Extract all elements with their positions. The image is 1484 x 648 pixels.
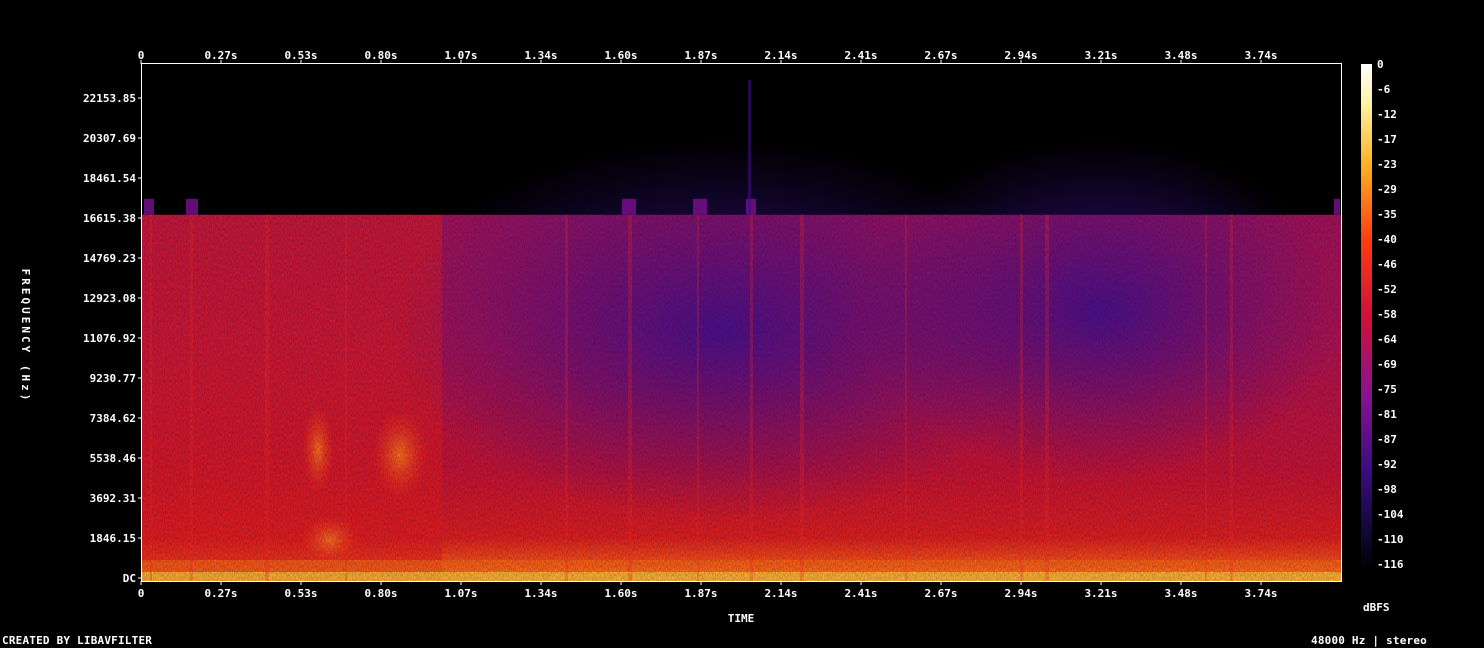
y-tick-label: 7384.62 — [90, 412, 136, 425]
x-tick-label-bottom: 3.74s — [1244, 587, 1277, 600]
y-tick-label: 1846.15 — [90, 532, 136, 545]
colorbar-tick-label: -110 — [1377, 533, 1404, 546]
x-tick-label-top: 0.80s — [364, 49, 397, 62]
x-tick-label-top: 0.53s — [284, 49, 317, 62]
colorbar-tick-label: -29 — [1377, 183, 1397, 196]
x-tick-label-top: 1.60s — [604, 49, 637, 62]
colorbar-tick-label: -116 — [1377, 558, 1404, 571]
spectrum-spike — [186, 198, 198, 215]
sample-info-text: 48000 Hz | stereo — [1311, 634, 1427, 647]
frequency-axis: DC 1846.15 3692.31 5538.46 7384.62 9230.77 110… — [83, 92, 142, 585]
x-tick-label-top: 1.07s — [444, 49, 477, 62]
colorbar-tick-label: -35 — [1377, 208, 1397, 221]
x-tick-label-bottom: 1.87s — [684, 587, 717, 600]
time-axis-bottom: 0 0.27s 0.53s 0.80s 1.07s 1.34s 1.60s 1.87s 2.14… — [138, 581, 1278, 600]
x-tick-label-top: 1.34s — [524, 49, 557, 62]
y-tick-label: 16615.38 — [83, 212, 136, 225]
y-tick-label: 12923.08 — [83, 292, 136, 305]
y-tick-label: 11076.92 — [83, 332, 136, 345]
x-tick-label-top: 2.94s — [1004, 49, 1037, 62]
x-tick-label-top: 0.27s — [204, 49, 237, 62]
spectrum-spike — [622, 198, 636, 215]
x-tick-label-bottom: 2.14s — [764, 587, 797, 600]
colorbar-tick-label: -23 — [1377, 158, 1397, 171]
x-tick-label-top: 2.14s — [764, 49, 797, 62]
colorbar-tick-label: -81 — [1377, 408, 1397, 421]
x-tick-label-bottom: 2.67s — [924, 587, 957, 600]
x-tick-label-bottom: 3.21s — [1084, 587, 1117, 600]
colorbar-tick-label: -46 — [1377, 258, 1397, 271]
colorbar-tick-label: -64 — [1377, 333, 1397, 346]
x-tick-label-bottom: 1.07s — [444, 587, 477, 600]
y-tick-label: 3692.31 — [90, 492, 137, 505]
x-tick-label-bottom: 2.41s — [844, 587, 877, 600]
colorbar-tick-label: -75 — [1377, 383, 1397, 396]
spectrum-spike — [144, 198, 154, 215]
y-tick-label: 9230.77 — [90, 372, 136, 385]
x-tick-label-bottom: 0.80s — [364, 587, 397, 600]
x-tick-label-top: 3.48s — [1164, 49, 1197, 62]
x-tick-label-top: 2.41s — [844, 49, 877, 62]
colorbar-tick-label: -52 — [1377, 283, 1397, 296]
x-tick-label-bottom: 1.34s — [524, 587, 557, 600]
y-tick-label: 5538.46 — [90, 452, 137, 465]
colorbar-tick-label: -17 — [1377, 133, 1397, 146]
y-tick-label: 22153.85 — [83, 92, 136, 105]
x-tick-label-top: 1.87s — [684, 49, 717, 62]
x-axis-label: TIME — [728, 612, 755, 625]
y-tick-label: 18461.54 — [83, 172, 136, 185]
colorbar-label: dBFS — [1363, 601, 1390, 614]
colorbar-tick-label: -92 — [1377, 458, 1397, 471]
y-tick-label: 20307.69 — [83, 132, 136, 145]
colorbar-tick-label: -6 — [1377, 83, 1391, 96]
time-axis-top: 0 0.27s 0.53s 0.80s 1.07s 1.34s 1.60s 1.87s 2.14… — [138, 49, 1278, 64]
colorbar — [1361, 64, 1372, 571]
spectrum-spike — [1334, 198, 1340, 215]
spectrum-noise — [142, 214, 1341, 581]
x-tick-label-top: 0 — [138, 49, 145, 62]
credit-text: CREATED BY LIBAVFILTER — [2, 634, 153, 647]
x-tick-label-top: 3.21s — [1084, 49, 1117, 62]
colorbar-tick-label: 0 — [1377, 58, 1384, 71]
x-tick-label-top: 2.67s — [924, 49, 957, 62]
y-tick-label: 14769.23 — [83, 252, 136, 265]
spectrogram-image — [142, 80, 1341, 581]
colorbar-tick-label: -87 — [1377, 433, 1397, 446]
y-axis-label: FREQUENCY (Hz) — [19, 269, 32, 404]
x-tick-label-bottom: 0 — [138, 587, 145, 600]
colorbar-tick-label: -104 — [1377, 508, 1404, 521]
x-tick-label-bottom: 3.48s — [1164, 587, 1197, 600]
x-tick-label-bottom: 2.94s — [1004, 587, 1037, 600]
x-tick-label-bottom: 0.53s — [284, 587, 317, 600]
colorbar-ticks: 0 -6 -12 -17 -23 -29 -35 -40 -46 -52 -58 -64 -69 -75 -… — [1377, 58, 1404, 571]
colorbar-tick-label: -58 — [1377, 308, 1397, 321]
x-tick-label-bottom: 1.60s — [604, 587, 637, 600]
x-tick-label-bottom: 0.27s — [204, 587, 237, 600]
spectrum-spike-tail — [748, 80, 751, 215]
colorbar-tick-label: -69 — [1377, 358, 1397, 371]
x-tick-label-top: 3.74s — [1244, 49, 1277, 62]
colorbar-tick-label: -98 — [1377, 483, 1397, 496]
colorbar-tick-label: -12 — [1377, 108, 1397, 121]
spectrum-spike — [693, 198, 707, 215]
spectrogram-chart: 0 0.27s 0.53s 0.80s 1.07s 1.34s 1.60s 1.87s 2.14… — [19, 49, 1404, 625]
y-tick-label: DC — [123, 572, 136, 585]
colorbar-tick-label: -40 — [1377, 233, 1397, 246]
